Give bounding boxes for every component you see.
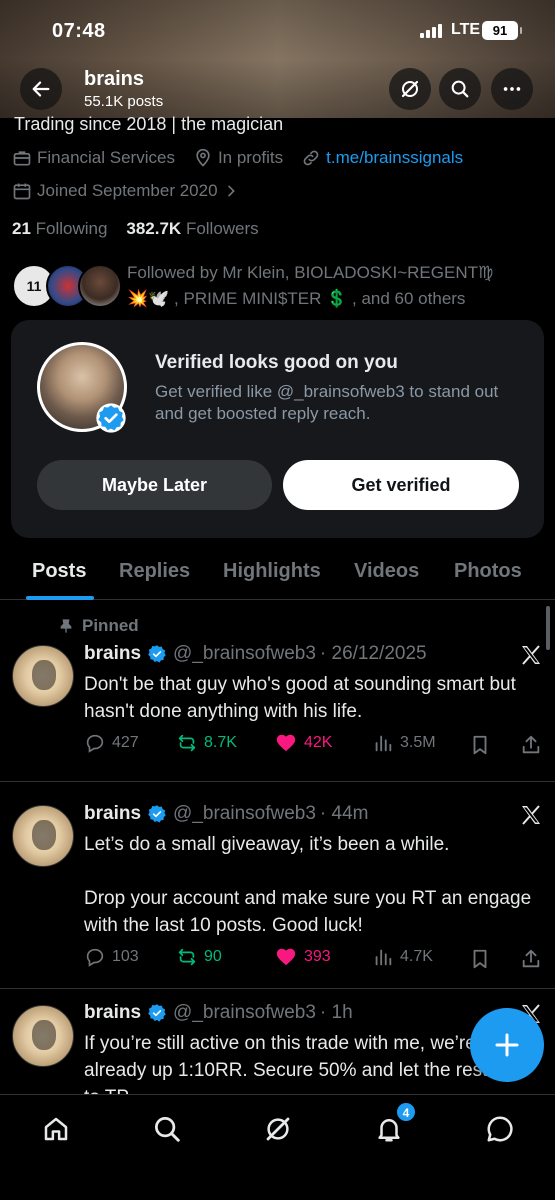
grok-icon [401, 80, 419, 98]
status-bar: 07:48 LTE 91 [0, 0, 555, 62]
search-button[interactable] [439, 68, 481, 110]
nav-search[interactable] [151, 1113, 183, 1145]
home-icon [44, 1117, 68, 1141]
top-nav: brains 55.1K posts [0, 66, 555, 112]
chat-bubble-icon [487, 1116, 513, 1142]
back-button[interactable] [20, 68, 62, 110]
more-button[interactable] [491, 68, 533, 110]
post-time: · 1h [319, 1002, 353, 1023]
bottom-nav [0, 1094, 555, 1200]
compose-post-button[interactable] [470, 1008, 544, 1082]
grok-icon [266, 1117, 290, 1141]
verified-badge-icon [148, 1004, 166, 1022]
post-author-name[interactable]: brains [84, 1002, 141, 1024]
post-handle: @_brainsofweb3 [173, 1002, 316, 1023]
more-dots-icon [503, 87, 521, 91]
post-avatar[interactable] [12, 1005, 74, 1067]
arrow-left-icon [32, 81, 50, 97]
status-time: 07:48 [52, 20, 106, 42]
plus-icon [495, 1033, 519, 1057]
search-icon [155, 1117, 180, 1142]
search-icon [451, 80, 469, 98]
posts-count: 55.1K posts [84, 93, 164, 110]
nav-grok[interactable] [262, 1113, 294, 1145]
grok-button[interactable] [389, 68, 431, 110]
nav-messages[interactable] [484, 1113, 516, 1145]
post-item[interactable]: brains @_brainsofweb3 · 1h If you’re sti… [0, 0, 555, 1094]
signal-icon [420, 24, 442, 38]
nav-home[interactable] [40, 1113, 72, 1145]
notifications-badge: 4 [396, 1102, 416, 1122]
network-label: LTE [451, 21, 481, 38]
battery-icon: 91 [482, 21, 522, 40]
profile-name-title: brains [84, 68, 145, 90]
post-header: brains @_brainsofweb3 · 1h [84, 1002, 353, 1024]
